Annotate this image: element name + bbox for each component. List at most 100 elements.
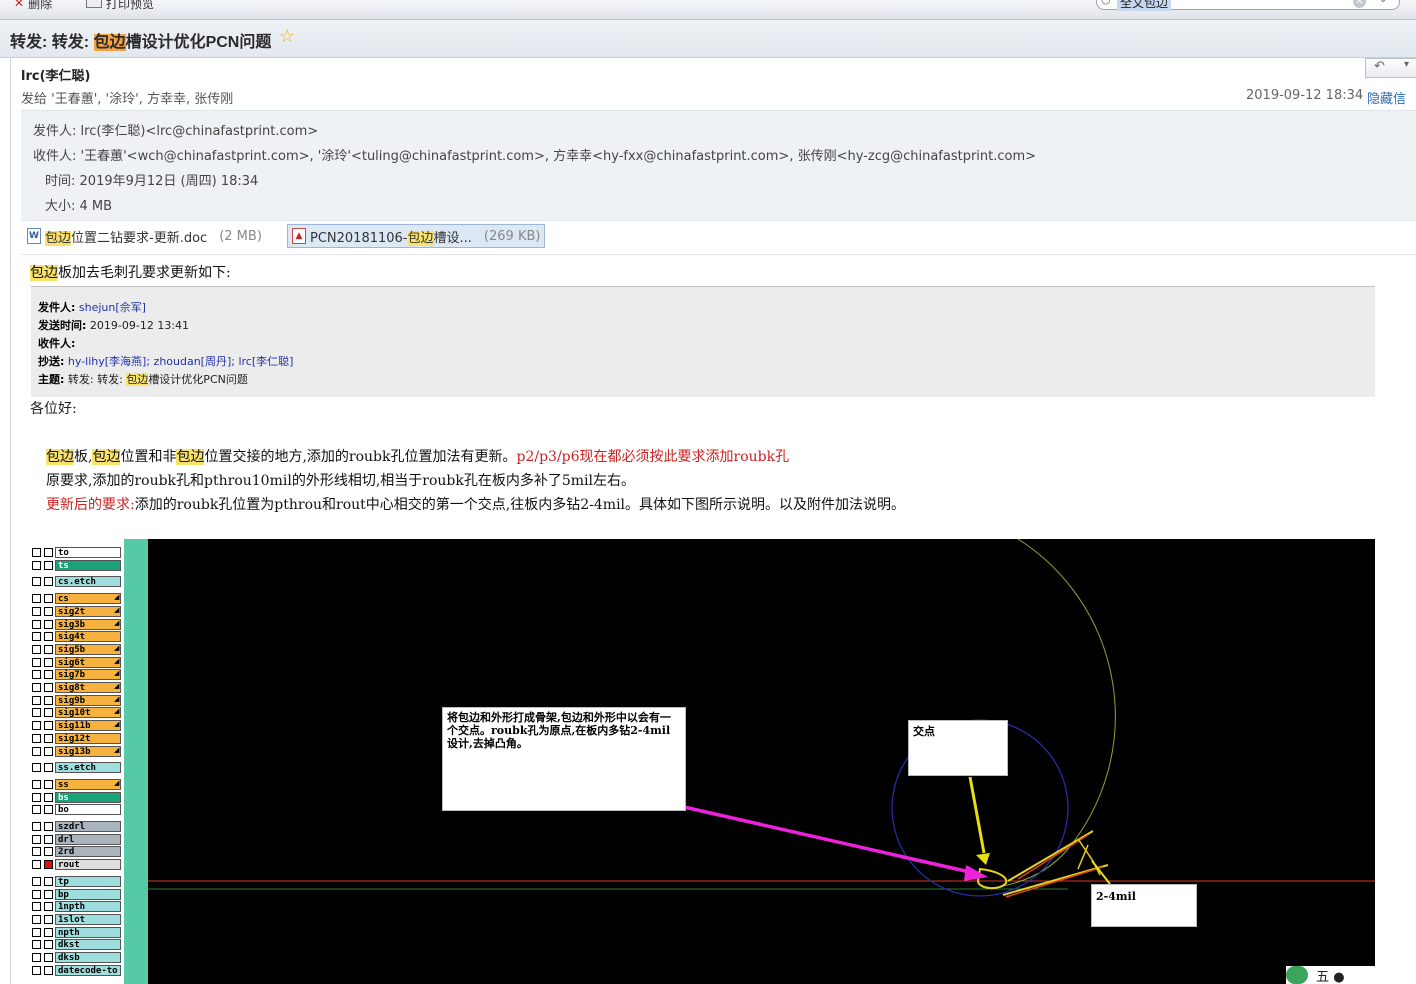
- layer-row[interactable]: rout: [32, 859, 121, 871]
- layer-row[interactable]: sig5b ◢: [32, 643, 121, 655]
- layer-row[interactable]: 2rd: [32, 846, 121, 858]
- layer-color-swatch: [44, 805, 53, 815]
- search-box[interactable]: ○ 全文包边 ✕ ⌄: [1096, 0, 1400, 11]
- layer-checkbox[interactable]: [32, 914, 41, 924]
- search-input[interactable]: 全文包边: [1117, 0, 1172, 11]
- layer-checkbox[interactable]: [32, 577, 41, 587]
- outline-arc: [1017, 539, 1116, 850]
- search-dropdown-icon[interactable]: ⌄: [1379, 0, 1387, 5]
- layer-checkbox[interactable]: [32, 670, 41, 680]
- layer-checkbox[interactable]: [32, 657, 41, 667]
- layer-checkbox[interactable]: [32, 644, 41, 654]
- layer-row[interactable]: bo: [32, 804, 121, 816]
- magenta-arrowhead: [964, 865, 988, 881]
- layer-checkbox[interactable]: [32, 860, 41, 870]
- layer-checkbox[interactable]: [32, 594, 41, 604]
- reply-icon[interactable]: ↶: [1374, 59, 1385, 74]
- layer-checkbox[interactable]: [32, 834, 41, 844]
- layer-checkbox[interactable]: [32, 822, 41, 831]
- layer-color-swatch: [44, 876, 53, 886]
- layer-row[interactable]: sig9b ◢: [32, 694, 121, 706]
- layer-checkbox[interactable]: [32, 619, 41, 629]
- layer-row[interactable]: bp: [32, 888, 121, 900]
- layer-checkbox[interactable]: [32, 953, 41, 962]
- layer-row[interactable]: szdrl: [32, 821, 121, 832]
- reply-button-group[interactable]: ↶ ▾: [1365, 58, 1416, 78]
- layer-checkbox[interactable]: [32, 695, 41, 705]
- layer-checkbox[interactable]: [32, 746, 41, 756]
- layer-checkbox[interactable]: [32, 965, 41, 975]
- layer-color-swatch: [44, 860, 53, 870]
- attachment-pdf[interactable]: ▲ PCN20181106-包边槽设... (269 KB): [287, 224, 546, 248]
- layer-row[interactable]: to: [32, 547, 121, 558]
- layer-checkbox[interactable]: [32, 733, 41, 743]
- layer-row[interactable]: dkst: [32, 939, 121, 951]
- layer-row[interactable]: ss.etch: [32, 762, 121, 774]
- layer-row[interactable]: 1slot: [32, 913, 121, 925]
- layer-checkbox[interactable]: [32, 902, 41, 912]
- detail-sender: 发件人: lrc(李仁聪)<lrc@chinafastprint.com>: [33, 124, 319, 139]
- reply-menu-icon[interactable]: ▾: [1404, 59, 1409, 70]
- layer-checkbox[interactable]: [32, 683, 41, 692]
- print-preview-button[interactable]: 打印预览: [86, 0, 154, 11]
- layer-flag-icon: ◢: [114, 618, 120, 627]
- layer-name: sig9b: [55, 694, 121, 706]
- layer-flag-icon: ◢: [114, 720, 120, 729]
- layer-row[interactable]: sig7b ◢: [32, 669, 121, 681]
- ime-tray[interactable]: 五 ●: [1286, 966, 1416, 984]
- layer-checkbox[interactable]: [32, 876, 41, 886]
- layer-flag-icon: ◢: [114, 593, 120, 602]
- layer-row[interactable]: sig13b ◢: [32, 745, 121, 757]
- layer-row[interactable]: dksb: [32, 952, 121, 963]
- layer-checkbox[interactable]: [32, 792, 41, 802]
- layer-row[interactable]: ts: [32, 559, 121, 571]
- layer-row[interactable]: sig11b ◢: [32, 720, 121, 732]
- toolbar: ✕删除 打印预览 ○ 全文包边 ✕ ⌄: [0, 0, 1416, 20]
- star-icon[interactable]: ☆: [279, 26, 295, 47]
- layer-color-swatch: [44, 708, 53, 718]
- layer-row[interactable]: sig6t ◢: [32, 656, 121, 668]
- drill-range-mark-red: [1005, 834, 1104, 898]
- layer-checkbox[interactable]: [32, 632, 41, 642]
- layer-row[interactable]: 1npth: [32, 901, 121, 913]
- layer-checkbox[interactable]: [32, 606, 41, 616]
- layer-checkbox[interactable]: [32, 548, 41, 557]
- layer-row[interactable]: cs.etch: [32, 576, 121, 588]
- layer-row[interactable]: sig12t: [32, 732, 121, 744]
- layer-flag-icon: ◢: [114, 669, 120, 678]
- layer-color-swatch: [44, 577, 53, 587]
- layer-checkbox[interactable]: [32, 721, 41, 731]
- layer-color-swatch: [44, 834, 53, 844]
- layer-row[interactable]: npth: [32, 926, 121, 938]
- layer-checkbox[interactable]: [32, 889, 41, 899]
- layer-row[interactable]: sig2t ◢: [32, 605, 121, 617]
- layer-row[interactable]: bs: [32, 791, 121, 803]
- layer-row[interactable]: tp: [32, 875, 121, 887]
- layer-checkbox[interactable]: [32, 708, 41, 718]
- layer-checkbox[interactable]: [32, 847, 41, 857]
- layer-row[interactable]: cs ◢: [32, 593, 121, 605]
- layer-name: ss.etch: [55, 762, 121, 774]
- layer-checkbox[interactable]: [32, 560, 41, 570]
- layer-checkbox[interactable]: [32, 805, 41, 815]
- layer-row[interactable]: sig10t ◢: [32, 707, 121, 719]
- layer-row[interactable]: sig3b ◢: [32, 618, 121, 630]
- layer-checkbox[interactable]: [32, 779, 41, 789]
- message-details: 发件人: lrc(李仁聪)<lrc@chinafastprint.com> 收件…: [21, 110, 1416, 221]
- layer-row[interactable]: sig8t ◢: [32, 682, 121, 693]
- layer-flag-icon: ◢: [114, 656, 120, 665]
- attachment-doc[interactable]: W 包边位置二钻要求-更新.doc (2 MB): [23, 224, 266, 248]
- clear-search-icon[interactable]: ✕: [1353, 0, 1366, 8]
- fwd-from: 发件人: shejun[佘军]: [38, 301, 146, 314]
- layer-row[interactable]: datecode-to: [32, 964, 121, 976]
- layer-checkbox[interactable]: [32, 940, 41, 950]
- layer-color-swatch: [44, 889, 53, 899]
- delete-button[interactable]: ✕ 删除: [14, 0, 52, 11]
- layer-checkbox[interactable]: [32, 927, 41, 937]
- detail-time: 时间: 2019年9月12日 (周四) 18:34: [45, 174, 259, 189]
- layer-checkbox[interactable]: [32, 763, 41, 773]
- layer-row[interactable]: ss ◢: [32, 778, 121, 790]
- layer-row[interactable]: sig4t: [32, 631, 121, 643]
- layer-color-swatch: [44, 914, 53, 924]
- layer-row[interactable]: drl: [32, 833, 121, 845]
